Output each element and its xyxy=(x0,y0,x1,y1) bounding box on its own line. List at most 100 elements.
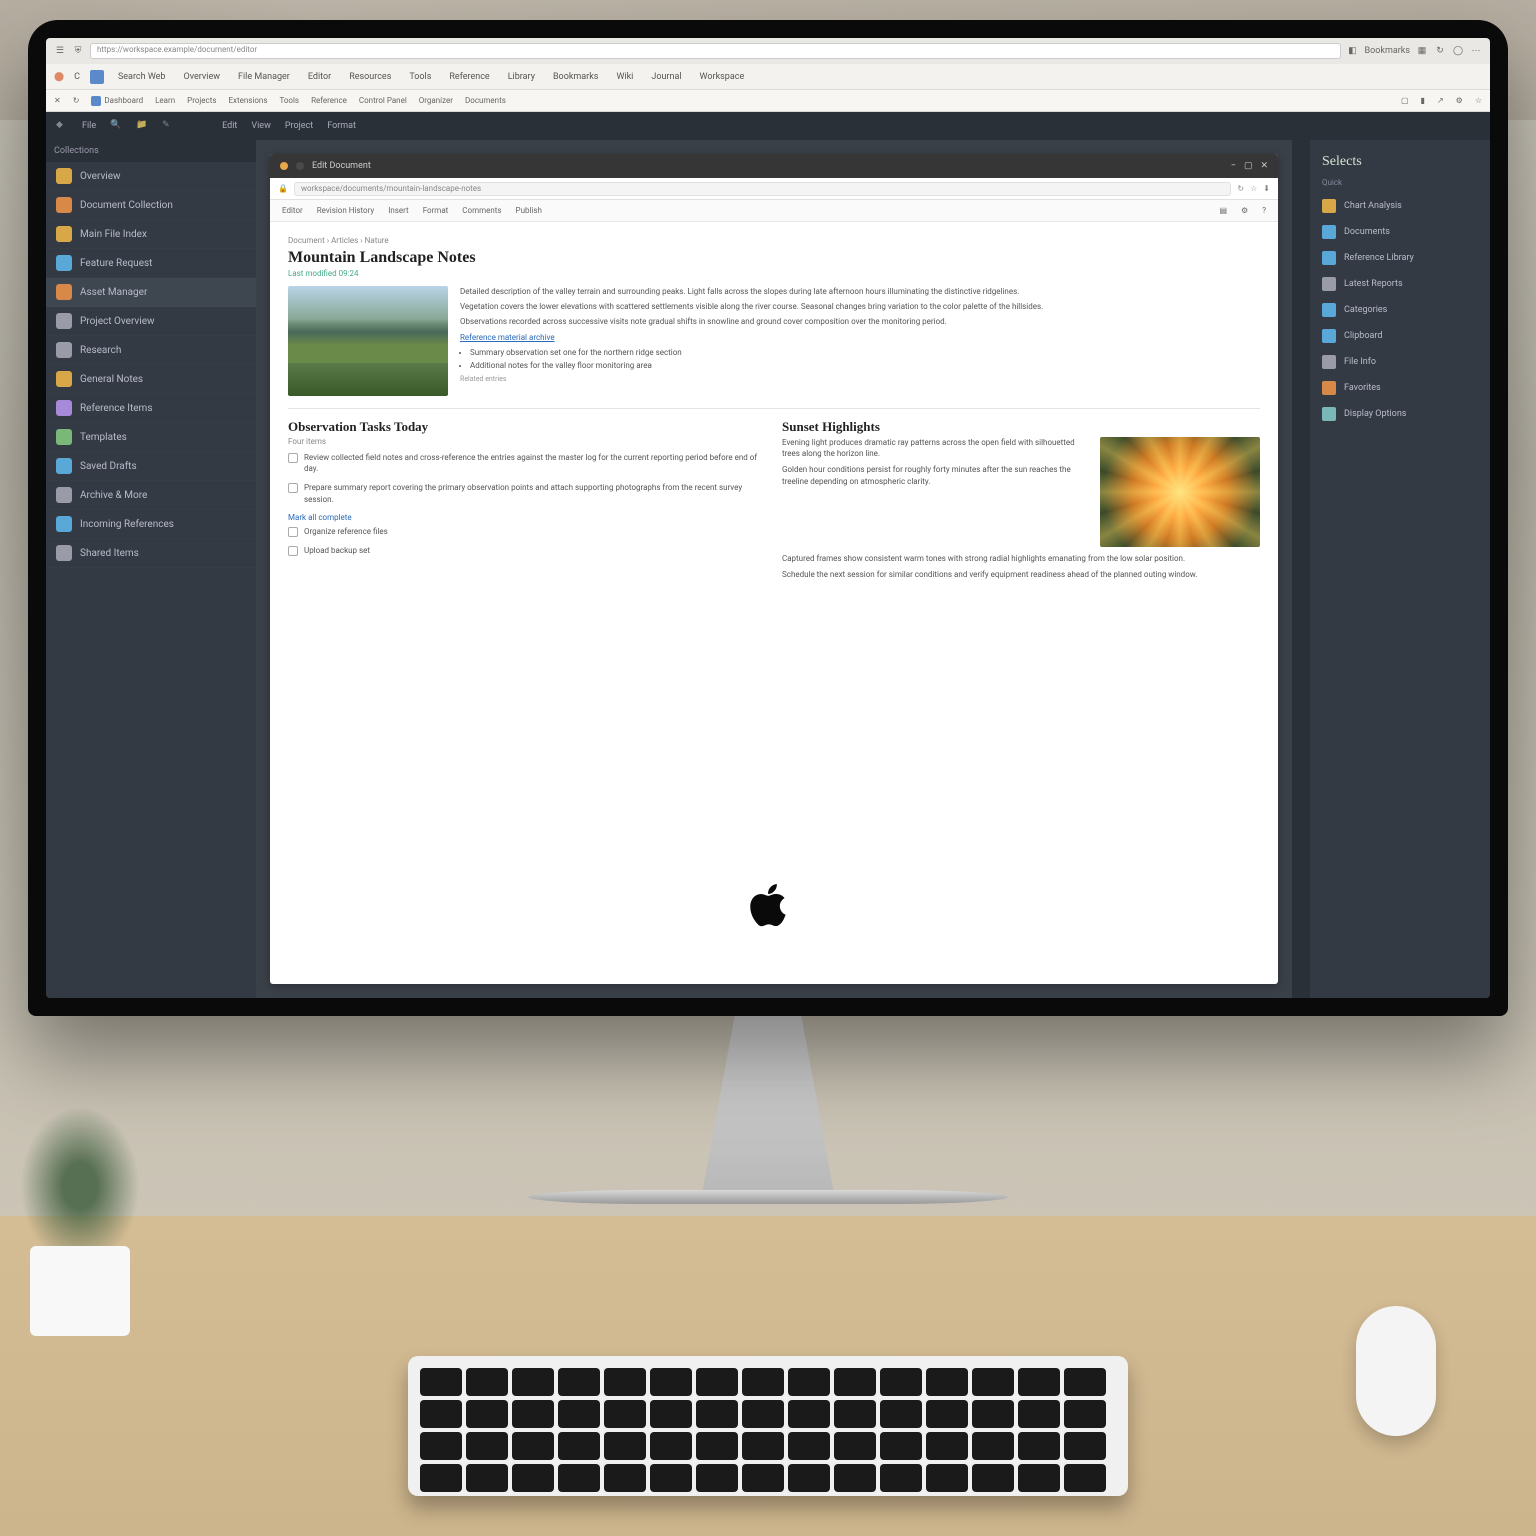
right-panel-item[interactable]: Chart Analysis xyxy=(1310,193,1490,219)
tab-item[interactable]: File Manager xyxy=(234,70,294,84)
right-panel-item[interactable]: Documents xyxy=(1310,219,1490,245)
extension-icon[interactable]: ◧ xyxy=(1347,45,1359,57)
menu-item[interactable]: File xyxy=(82,121,96,131)
tab-item[interactable]: Overview xyxy=(180,70,224,84)
gear-icon[interactable]: ⚙ xyxy=(1456,96,1463,105)
more-icon[interactable]: ⋯ xyxy=(1470,45,1482,57)
nav-item[interactable]: Revision History xyxy=(317,206,374,215)
bookmark-item[interactable]: Dashboard xyxy=(91,96,143,106)
bookmark-item[interactable]: Reference xyxy=(311,96,347,105)
tab-item[interactable]: Search Web xyxy=(114,70,170,84)
bookmark-item[interactable]: Control Panel xyxy=(359,96,407,105)
bookmark-item[interactable]: Projects xyxy=(187,96,216,105)
tool-icon[interactable]: ▤ xyxy=(1219,206,1227,215)
menu-item[interactable]: Format xyxy=(327,121,356,131)
tool-icon[interactable]: ? xyxy=(1262,206,1266,215)
section-link[interactable]: Mark all complete xyxy=(288,513,766,522)
close-icon[interactable]: ✕ xyxy=(54,96,61,105)
right-panel-item[interactable]: Favorites xyxy=(1310,375,1490,401)
app-tile-icon[interactable] xyxy=(90,70,104,84)
checkbox[interactable] xyxy=(288,453,298,463)
menu-item[interactable]: Project xyxy=(285,121,313,131)
right-panel-item[interactable]: Latest Reports xyxy=(1310,271,1490,297)
tab-item[interactable]: Tools xyxy=(405,70,435,84)
tab-item[interactable]: Bookmarks xyxy=(549,70,602,84)
doc-url-field[interactable]: workspace/documents/mountain-landscape-n… xyxy=(294,182,1231,196)
sidebar-item[interactable]: Archive & More xyxy=(46,481,256,510)
refresh-icon[interactable]: ↻ xyxy=(1237,184,1244,193)
sidebar-item[interactable]: Research xyxy=(46,336,256,365)
checkbox[interactable] xyxy=(288,546,298,556)
right-panel-item[interactable]: Reference Library xyxy=(1310,245,1490,271)
menu-item[interactable]: Edit xyxy=(222,121,237,131)
nav-item[interactable]: Editor xyxy=(282,206,303,215)
sidebar-item[interactable]: Asset Manager xyxy=(46,278,256,307)
nav-item[interactable]: Insert xyxy=(388,206,409,215)
sidebar-item[interactable]: Shared Items xyxy=(46,539,256,568)
tool-icon[interactable]: ⚙ xyxy=(1241,206,1248,215)
grid-icon[interactable]: ▦ xyxy=(1416,45,1428,57)
right-panel-item[interactable]: Display Options xyxy=(1310,401,1490,427)
download-icon[interactable]: ⬇ xyxy=(1263,184,1270,193)
reload-icon[interactable]: ↻ xyxy=(73,96,80,105)
sync-icon[interactable]: ↻ xyxy=(1434,45,1446,57)
tab-item[interactable]: Journal xyxy=(647,70,685,84)
panel-icon[interactable]: ▢ xyxy=(1401,96,1409,105)
section-title: Sunset Highlights xyxy=(782,419,1260,435)
bookmark-icon[interactable]: ▮ xyxy=(1421,96,1425,105)
sidebar-item[interactable]: Overview xyxy=(46,162,256,191)
bookmark-item[interactable]: Extensions xyxy=(228,96,267,105)
sidebar-item[interactable]: Incoming References xyxy=(46,510,256,539)
reference-link[interactable]: Reference material archive xyxy=(460,332,1260,343)
nav-item[interactable]: Format xyxy=(423,206,449,215)
traffic-light-icon[interactable] xyxy=(280,162,288,170)
search-icon[interactable]: 🔍 xyxy=(110,120,122,132)
edit-icon[interactable]: ✎ xyxy=(162,120,174,132)
maximize-icon[interactable]: ▢ xyxy=(1244,161,1253,171)
minimize-icon[interactable]: − xyxy=(1231,161,1236,171)
bookmark-item[interactable]: Tools xyxy=(279,96,299,105)
sidebar-item[interactable]: Feature Request xyxy=(46,249,256,278)
sidebar-item[interactable]: Project Overview xyxy=(46,307,256,336)
checkbox[interactable] xyxy=(288,483,298,493)
tab-item[interactable]: Library xyxy=(504,70,539,84)
meta-link[interactable]: Last modified 09:24 xyxy=(288,269,1260,278)
sidebar-item[interactable]: Main File Index xyxy=(46,220,256,249)
menu-item[interactable]: View xyxy=(251,121,270,131)
star-icon[interactable]: ☆ xyxy=(1250,184,1257,193)
tab-item[interactable]: Editor xyxy=(304,70,335,84)
bookmark-item[interactable]: Documents xyxy=(465,96,506,105)
tab-item[interactable]: Workspace xyxy=(696,70,749,84)
address-bar[interactable]: https://workspace.example/document/edito… xyxy=(90,43,1341,59)
share-icon[interactable]: ↗ xyxy=(1437,96,1444,105)
sidebar-item[interactable]: General Notes xyxy=(46,365,256,394)
star-icon[interactable]: ☆ xyxy=(1475,96,1482,105)
sidebar-item[interactable]: Reference Items xyxy=(46,394,256,423)
sidebar-item[interactable]: Document Collection xyxy=(46,191,256,220)
profile-icon[interactable]: ◯ xyxy=(1452,45,1464,57)
bookmark-item[interactable]: Organizer xyxy=(419,96,453,105)
right-panel-item[interactable]: Categories xyxy=(1310,297,1490,323)
folder-icon[interactable]: 📁 xyxy=(136,120,148,132)
shield-icon[interactable]: ⛨ xyxy=(72,45,84,57)
sidebar-item[interactable]: Templates xyxy=(46,423,256,452)
breadcrumb[interactable]: Document › Articles › Nature xyxy=(288,236,1260,245)
tab-item[interactable]: Wiki xyxy=(612,70,637,84)
right-panel-item[interactable]: File Info xyxy=(1310,349,1490,375)
traffic-light-icon[interactable] xyxy=(296,162,304,170)
nav-item[interactable]: Comments xyxy=(462,206,501,215)
bookmark-item[interactable]: Learn xyxy=(155,96,175,105)
tab-item[interactable]: Resources xyxy=(345,70,395,84)
home-icon[interactable]: ⬤ xyxy=(54,72,64,82)
bookmarks-label[interactable]: Bookmarks xyxy=(1365,46,1410,56)
check-label: Prepare summary report covering the prim… xyxy=(304,482,766,504)
checkbox[interactable] xyxy=(288,527,298,537)
menu-icon[interactable]: ☰ xyxy=(54,45,66,57)
tab-item[interactable]: Reference xyxy=(445,70,493,84)
scrollbar[interactable] xyxy=(1292,140,1310,998)
right-panel-item[interactable]: Clipboard xyxy=(1310,323,1490,349)
back-icon[interactable]: C xyxy=(74,72,80,82)
close-icon[interactable]: ✕ xyxy=(1260,161,1268,171)
nav-item[interactable]: Publish xyxy=(516,206,542,215)
sidebar-item[interactable]: Saved Drafts xyxy=(46,452,256,481)
